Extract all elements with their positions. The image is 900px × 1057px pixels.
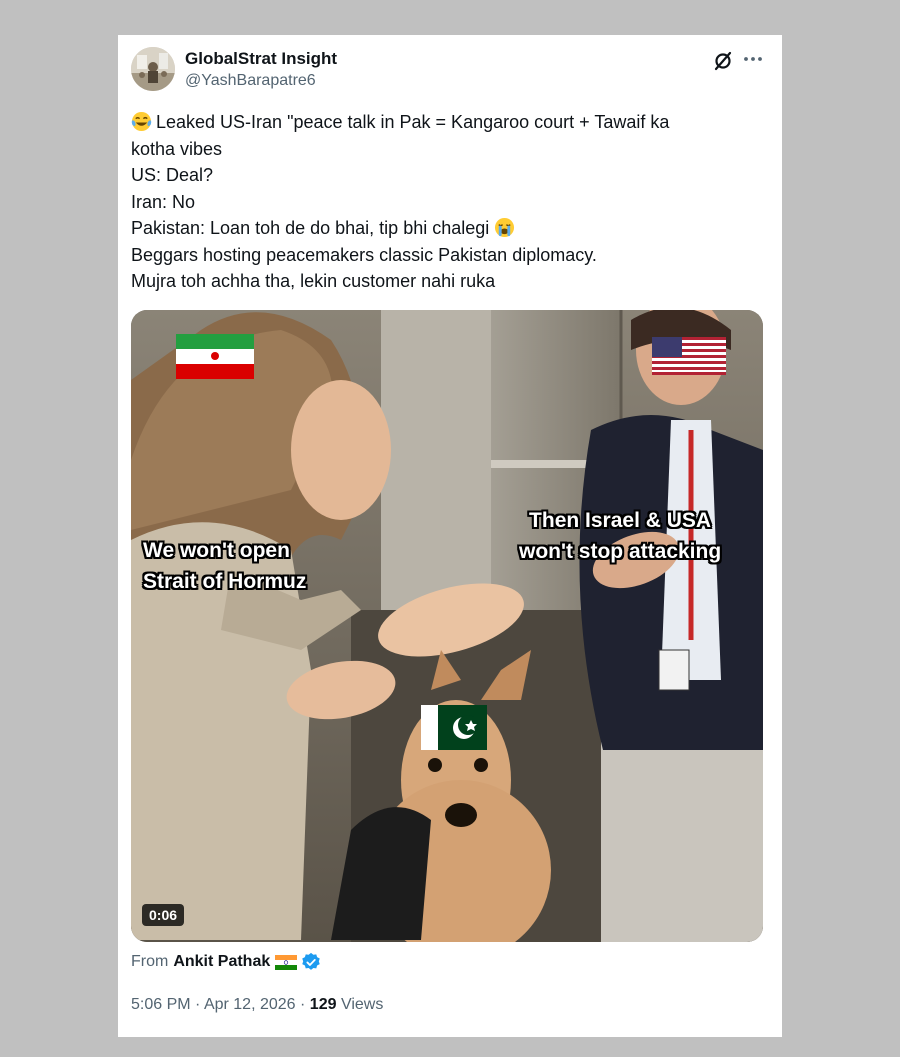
india-flag-icon bbox=[275, 954, 298, 970]
more-icon[interactable] bbox=[742, 48, 764, 70]
loudly-crying-face-icon bbox=[495, 217, 515, 238]
tweet-line: Beggars hosting peacemakers classic Paki… bbox=[131, 244, 597, 265]
views-label: Views bbox=[340, 996, 384, 1013]
caption-right: Then Israel & USA won't stop attacking bbox=[519, 509, 722, 563]
views-count: 129 bbox=[309, 996, 337, 1013]
tweet-card: GlobalStrat Insight @YashBarapatre6 Leak… bbox=[118, 35, 782, 1037]
face-with-tears-of-joy-icon bbox=[131, 111, 152, 132]
tweet-line: Pakistan: Loan toh de do bhai, tip bhi c… bbox=[131, 215, 761, 242]
video-duration: 0:06 bbox=[142, 904, 185, 926]
verified-badge-icon bbox=[302, 952, 320, 970]
avatar[interactable] bbox=[131, 47, 175, 91]
grok-icon[interactable] bbox=[712, 50, 734, 72]
from-name[interactable]: Ankit Pathak bbox=[173, 953, 270, 971]
tweet-line: Leaked US-Iran "peace talk in Pak = Kang… bbox=[131, 109, 761, 136]
iran-flag bbox=[176, 334, 254, 379]
tweet-line: Mujra toh achha tha, lekin customer nahi… bbox=[131, 271, 496, 291]
tweet-line: US: Deal? bbox=[131, 165, 214, 185]
attribution: From Ankit Pathak bbox=[131, 952, 321, 972]
tweet-line: kotha vibes bbox=[131, 138, 223, 159]
video-player[interactable]: We won't open Strait of Hormuz Then Isra… bbox=[131, 310, 763, 942]
tweet-line: Iran: No bbox=[131, 191, 196, 212]
author-name[interactable]: GlobalStrat Insight bbox=[185, 49, 337, 69]
usa-flag bbox=[652, 337, 726, 375]
caption-left: We won't open Strait of Hormuz bbox=[143, 539, 307, 593]
video-frame bbox=[131, 310, 763, 942]
pakistan-flag bbox=[421, 705, 487, 750]
from-label: From bbox=[131, 953, 169, 970]
tweet-meta: 5:06 PM · Apr 12, 2026 · 129 Views bbox=[131, 996, 384, 1013]
post-date[interactable]: Apr 12, 2026 bbox=[204, 996, 296, 1013]
tweet-text: Leaked US-Iran "peace talk in Pak = Kang… bbox=[131, 109, 761, 295]
post-time[interactable]: 5:06 PM bbox=[131, 996, 191, 1013]
author-handle[interactable]: @YashBarapatre6 bbox=[185, 72, 316, 90]
